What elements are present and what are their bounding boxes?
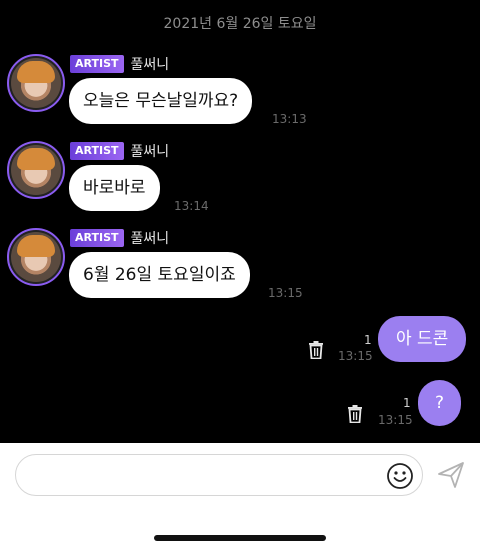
incoming-message: ARTIST 풀써니 오늘은 무슨날일까요? 13:13	[0, 54, 480, 134]
unread-count: 1	[364, 333, 372, 347]
date-divider: 2021년 6월 26일 토요일	[163, 16, 317, 32]
message-bubble[interactable]: 바로바로	[69, 165, 160, 211]
message-bubble[interactable]: 6월 26일 토요일이죠	[69, 252, 250, 298]
sender-name: 풀써니	[130, 231, 170, 247]
send-icon[interactable]	[437, 461, 465, 489]
sender-name: 풀써니	[130, 144, 170, 160]
message-input[interactable]	[15, 454, 423, 496]
message-time: 13:15	[338, 349, 373, 363]
message-time: 13:13	[272, 112, 307, 126]
emoji-icon[interactable]	[386, 462, 414, 490]
artist-badge: ARTIST	[70, 229, 124, 247]
message-bubble[interactable]: 오늘은 무슨날일까요?	[69, 78, 253, 124]
avatar[interactable]	[7, 54, 65, 112]
avatar[interactable]	[7, 141, 65, 199]
message-time: 13:15	[268, 286, 303, 300]
incoming-message: ARTIST 풀써니 6월 26일 토요일이죠 13:15	[0, 228, 480, 308]
artist-badge: ARTIST	[70, 142, 124, 160]
avatar[interactable]	[7, 228, 65, 286]
chat-area: 2021년 6월 26일 토요일 ARTIST 풀써니 오늘은 무슨날일까요? …	[0, 0, 480, 443]
delete-icon[interactable]	[347, 405, 363, 423]
home-indicator	[154, 535, 326, 541]
my-message-bubble[interactable]: ?	[418, 380, 462, 426]
my-message-bubble[interactable]: 아 드콘	[378, 316, 467, 362]
artist-badge: ARTIST	[70, 55, 124, 73]
message-time: 13:15	[378, 413, 413, 427]
unread-count: 1	[403, 396, 411, 410]
incoming-message: ARTIST 풀써니 바로바로 13:14	[0, 141, 480, 221]
message-time: 13:14	[174, 199, 209, 213]
delete-icon[interactable]	[308, 341, 324, 359]
sender-name: 풀써니	[130, 57, 170, 73]
